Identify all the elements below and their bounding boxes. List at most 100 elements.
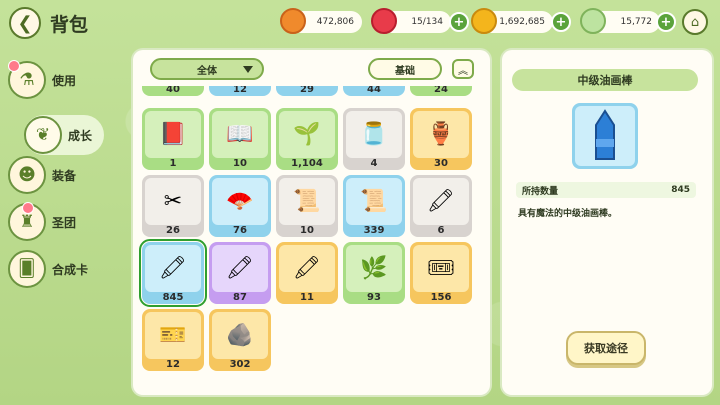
orange-coin-icon <box>280 8 306 34</box>
grid-item-selected[interactable]: 🖍 845 <box>139 239 207 307</box>
card-icon: 🂠 <box>8 250 46 288</box>
resource-red-gem: 15/134 <box>371 8 451 34</box>
sidebar-item-synthesis-card[interactable]: 🂠 合成卡 <box>8 249 88 289</box>
crayon-icon: 🖍 <box>413 178 469 225</box>
grid-item[interactable]: ✂ 26 <box>142 175 204 237</box>
grid-item-partial[interactable]: 24 <box>410 86 472 96</box>
back-arrow-icon: ❮ <box>17 12 33 34</box>
scroll-icon: 📜 <box>346 178 402 225</box>
item-name: 中级油画棒 <box>512 69 698 91</box>
item-count: 11 <box>300 292 314 303</box>
grid-item-partial[interactable]: 40 <box>142 86 204 96</box>
sidebar-item-label: 合成卡 <box>52 262 89 277</box>
add-gold-coin-button[interactable]: + <box>551 12 571 32</box>
item-count: 302 <box>229 359 251 370</box>
growth-icon: ❦ <box>24 116 62 154</box>
item-count: 29 <box>300 86 314 95</box>
get-source-button[interactable]: 获取途径 <box>566 331 646 365</box>
grid-item[interactable]: 🪨 302 <box>209 309 271 371</box>
category-dropdown[interactable]: 全体 <box>150 58 264 80</box>
item-count: 6 <box>437 225 445 236</box>
page-title: 背包 <box>50 14 89 36</box>
item-count: 87 <box>233 292 247 303</box>
grid-item[interactable]: 🫙 4 <box>343 108 405 170</box>
item-grid: 40 12 29 44 24 📕 1 📖 10 🌱 1,104 🫙 4 🏺 30… <box>135 86 480 392</box>
grid-item[interactable]: 📜 339 <box>343 175 405 237</box>
item-count: 845 <box>162 292 184 303</box>
notification-dot <box>8 60 20 72</box>
item-count: 40 <box>166 86 180 95</box>
resource-value: 15,772 <box>620 17 653 27</box>
crayon-icon: 🖍 <box>212 245 268 292</box>
item-count: 26 <box>166 225 180 236</box>
sort-dropdown[interactable]: 基础 <box>368 58 442 80</box>
sort-order-button[interactable]: ︽ <box>452 59 474 79</box>
grid-item[interactable]: 🖍 6 <box>410 175 472 237</box>
leaf-crystal-icon <box>580 8 606 34</box>
resource-value: 15/134 <box>411 17 443 27</box>
item-count: 93 <box>367 292 381 303</box>
sidebar-item-label: 成长 <box>68 128 93 143</box>
ticket-icon: 🎫 <box>145 312 201 359</box>
grid-item[interactable]: 📜 10 <box>276 175 338 237</box>
chevron-down-icon <box>243 66 253 73</box>
back-button[interactable]: ❮ <box>9 7 41 39</box>
item-detail-image <box>572 103 638 169</box>
home-icon: ⌂ <box>690 14 700 30</box>
resource-orange-coin: 472,806 <box>280 8 362 34</box>
item-count: 44 <box>367 86 381 95</box>
grid-item[interactable]: 🌿 93 <box>343 242 405 304</box>
item-count: 4 <box>370 158 378 169</box>
grid-item[interactable]: 🏺 30 <box>410 108 472 170</box>
sidebar-item-growth[interactable]: ❦ 成长 <box>24 115 105 155</box>
fan-icon: 🪭 <box>212 178 268 225</box>
cookie-icon: ☻ <box>8 156 46 194</box>
sidebar-item-equipment[interactable]: ☻ 装备 <box>8 155 76 195</box>
grid-item-partial[interactable]: 12 <box>209 86 271 96</box>
crayon-icon: 🖍 <box>279 245 335 292</box>
item-count: 24 <box>434 86 448 95</box>
grid-item-partial[interactable]: 29 <box>276 86 338 96</box>
owned-label: 所持数量 <box>522 186 559 197</box>
item-count: 339 <box>363 225 385 236</box>
sort-value: 基础 <box>395 65 415 77</box>
grid-item[interactable]: 🪭 76 <box>209 175 271 237</box>
add-leaf-crystal-button[interactable]: + <box>656 12 676 32</box>
sidebar-item-guild[interactable]: ♜ 圣团 <box>8 202 76 242</box>
grid-item[interactable]: 📖 10 <box>209 108 271 170</box>
item-description: 具有魔法的中级油画棒。 <box>518 209 618 219</box>
sidebar-item-label: 圣团 <box>52 215 77 230</box>
leaf-book-icon: 🌿 <box>346 245 402 292</box>
sidebar-item-label: 使用 <box>52 73 77 88</box>
category-value: 全体 <box>197 65 217 77</box>
crayon-icon <box>575 106 635 166</box>
item-count: 1,104 <box>291 158 323 169</box>
grid-item[interactable]: 🎟 156 <box>410 242 472 304</box>
item-count: 10 <box>233 158 247 169</box>
double-chevron-up-icon: ︽ <box>458 65 468 77</box>
home-button[interactable]: ⌂ <box>682 9 708 35</box>
grid-item-partial[interactable]: 44 <box>343 86 405 96</box>
resource-leaf-crystal: 15,772 <box>580 8 660 34</box>
item-count: 30 <box>434 158 448 169</box>
item-count: 10 <box>300 225 314 236</box>
resource-gold-coin: 1,692,685 <box>471 8 553 34</box>
leaf-book-icon: 🌱 <box>279 111 335 158</box>
resource-value: 1,692,685 <box>499 17 545 27</box>
item-count: 12 <box>233 86 247 95</box>
grid-item[interactable]: 🖍 11 <box>276 242 338 304</box>
get-source-label: 获取途径 <box>584 342 628 355</box>
resource-value: 472,806 <box>316 17 354 27</box>
scroll-icon: 📜 <box>279 178 335 225</box>
sidebar-item-label: 装备 <box>52 168 77 183</box>
item-count: 1 <box>169 158 177 169</box>
grid-item[interactable]: 🖍 87 <box>209 242 271 304</box>
grid-item[interactable]: 🌱 1,104 <box>276 108 338 170</box>
red-gem-icon <box>371 8 397 34</box>
item-count: 156 <box>430 292 452 303</box>
grid-item[interactable]: 📕 1 <box>142 108 204 170</box>
grid-item[interactable]: 🎫 12 <box>142 309 204 371</box>
add-red-gem-button[interactable]: + <box>449 12 469 32</box>
jar-icon: 🏺 <box>413 111 469 158</box>
jar-icon: 🫙 <box>346 111 402 158</box>
